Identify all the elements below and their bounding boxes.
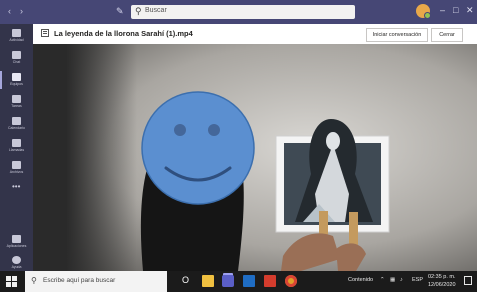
video-frame — [33, 44, 477, 271]
taskbar: ⚲ Escribe aquí para buscar O Contenido ⌃… — [0, 271, 477, 292]
close-button[interactable]: Cerrar — [431, 28, 463, 42]
search-icon: ⚲ — [135, 6, 142, 16]
rail-item-assignments[interactable]: Tareas — [0, 93, 33, 113]
rail-item-calendar[interactable]: Calendario — [0, 115, 33, 135]
close-window-icon[interactable]: ✕ — [466, 5, 474, 16]
notifications-icon[interactable] — [464, 276, 472, 285]
phone-icon — [12, 139, 21, 147]
taskbar-search-placeholder: Escribe aquí para buscar — [43, 277, 116, 284]
file-header: La leyenda de la llorona Sarahí (1).mp4 … — [33, 24, 477, 44]
teams-app-icon[interactable] — [222, 275, 234, 287]
search-icon: ⚲ — [31, 276, 37, 285]
face-blur-smiley — [141, 91, 255, 205]
network-icon[interactable]: ▦ — [390, 277, 395, 283]
app-rail: Actividad Chat Equipos Tareas Calendario… — [0, 24, 33, 271]
teams-icon — [12, 73, 21, 81]
pdf-reader-icon[interactable] — [264, 275, 276, 287]
taskbar-search-input[interactable]: ⚲ Escribe aquí para buscar — [25, 271, 167, 292]
apps-icon — [12, 235, 21, 243]
rail-item-apps[interactable]: Aplicaciones — [0, 233, 33, 253]
file-title: La leyenda de la llorona Sarahí (1).mp4 — [54, 29, 193, 38]
assignments-icon — [12, 95, 21, 103]
cortana-icon[interactable]: O — [182, 275, 189, 285]
search-input[interactable]: ⚲ Buscar — [131, 5, 355, 19]
maximize-icon[interactable]: □ — [453, 5, 458, 15]
chat-icon — [12, 51, 21, 59]
minimize-icon[interactable]: – — [440, 5, 445, 15]
avatar[interactable] — [416, 4, 431, 19]
rail-item-files[interactable]: Archivos — [0, 159, 33, 179]
clock-date[interactable]: 12/06/2020 — [428, 282, 456, 288]
file-explorer-icon[interactable] — [202, 275, 214, 287]
word-icon[interactable] — [243, 275, 255, 287]
rail-item-teams[interactable]: Equipos — [0, 71, 33, 91]
file-list-icon — [41, 29, 49, 37]
search-placeholder: Buscar — [145, 7, 167, 14]
tray-label: Contenido — [348, 277, 374, 283]
rail-item-activity[interactable]: Actividad — [0, 27, 33, 47]
language-indicator[interactable]: ESP — [412, 277, 423, 283]
start-conversation-button[interactable]: Iniciar conversación — [366, 28, 428, 42]
help-icon — [12, 256, 21, 264]
rail-item-calls[interactable]: Llamadas — [0, 137, 33, 157]
back-icon[interactable]: ‹ — [8, 6, 11, 16]
video-player[interactable] — [33, 44, 477, 271]
more-apps-icon[interactable]: ••• — [12, 182, 20, 191]
title-bar: ‹ › ✎ ⚲ Buscar – □ ✕ — [0, 0, 477, 24]
file-icon — [12, 161, 21, 169]
compose-icon[interactable]: ✎ — [116, 6, 127, 16]
bell-icon — [12, 29, 21, 37]
volume-icon[interactable]: ♪ — [400, 277, 403, 283]
chrome-icon[interactable] — [285, 275, 297, 287]
clock-time[interactable]: 02:35 p. m. — [428, 274, 456, 280]
chevron-up-icon[interactable]: ⌃ — [380, 277, 385, 283]
windows-start-icon[interactable] — [6, 276, 17, 287]
rail-item-chat[interactable]: Chat — [0, 49, 33, 69]
forward-icon[interactable]: › — [20, 6, 23, 16]
calendar-icon — [12, 117, 21, 125]
